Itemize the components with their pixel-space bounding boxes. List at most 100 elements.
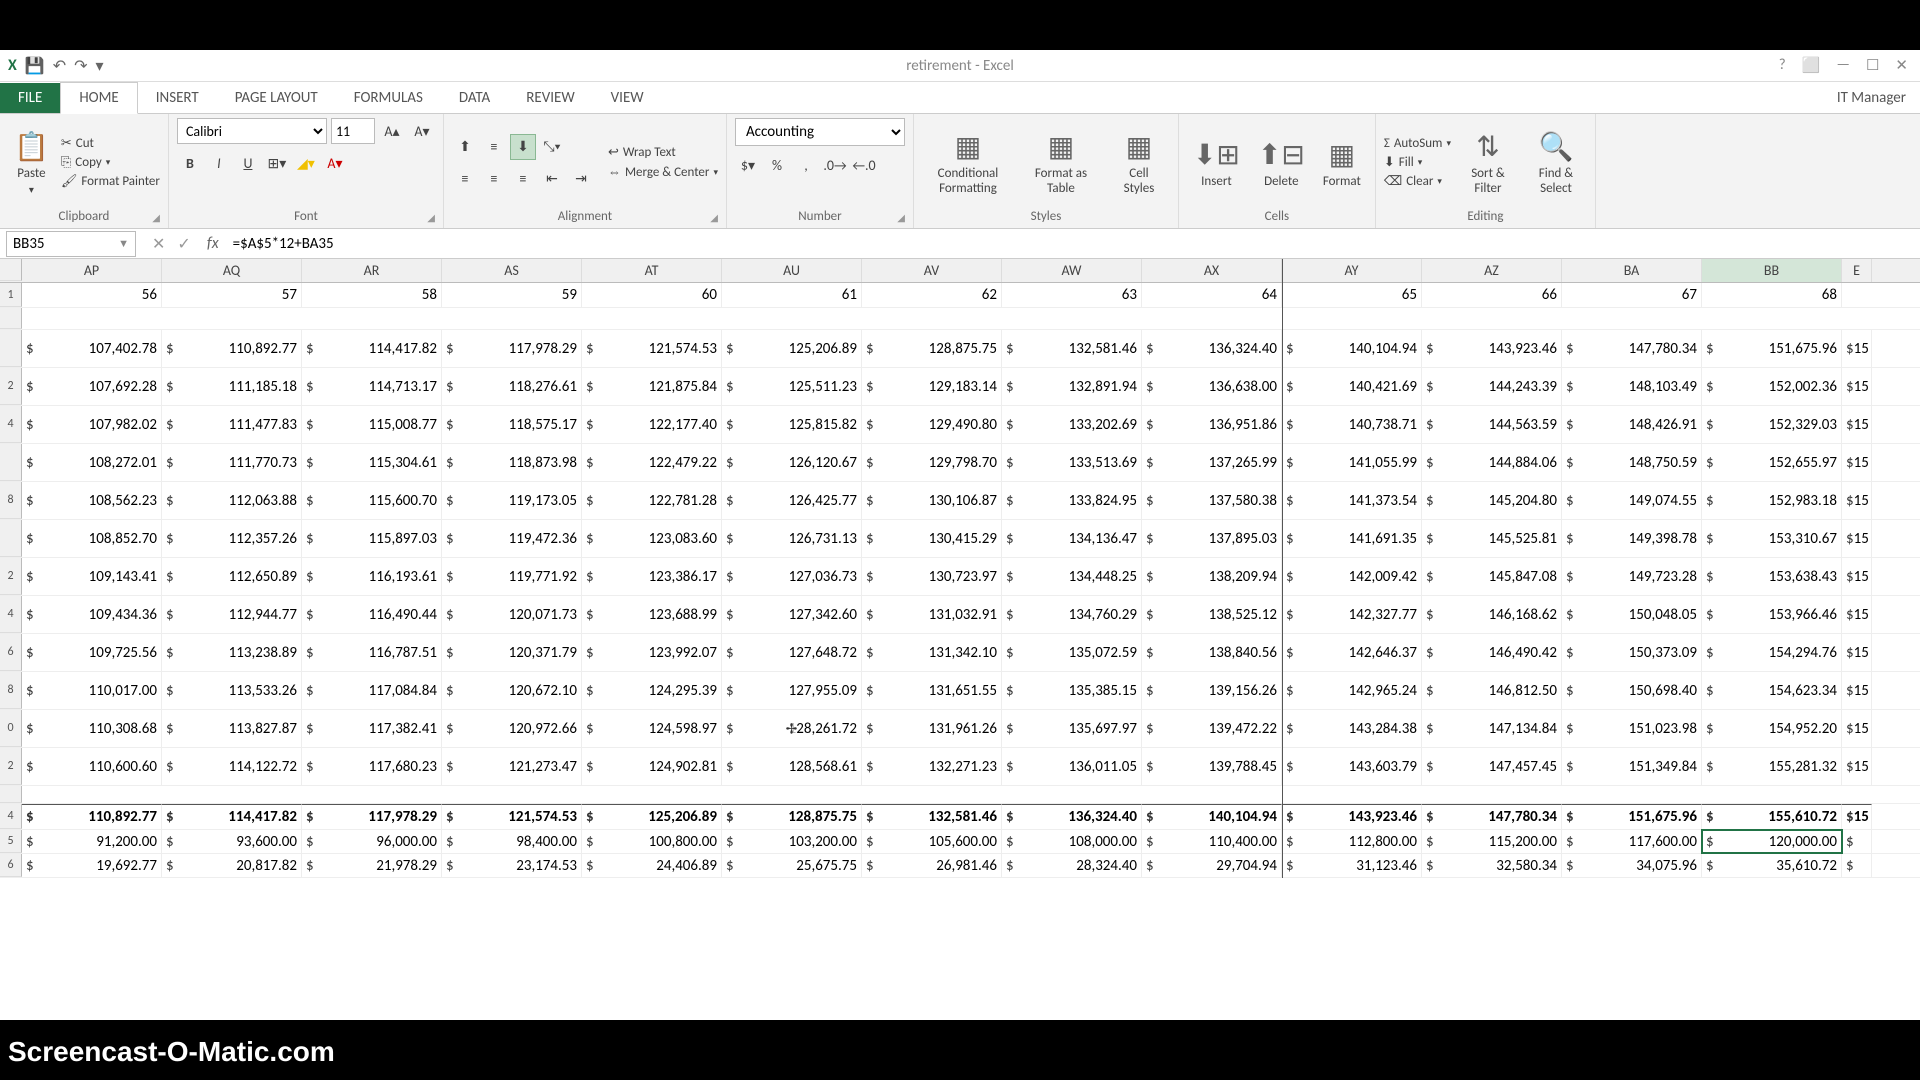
- cell[interactable]: $150,698.40: [1562, 672, 1702, 709]
- cell[interactable]: $125,206.89: [722, 330, 862, 367]
- cell[interactable]: $112,800.00: [1282, 830, 1422, 853]
- cell[interactable]: $143,284.38: [1282, 710, 1422, 747]
- autosum-button[interactable]: ΣAutoSum▾: [1384, 136, 1451, 151]
- cell[interactable]: $121,574.53: [582, 330, 722, 367]
- cell[interactable]: $125,815.82: [722, 406, 862, 443]
- cell[interactable]: $129,490.80: [862, 406, 1002, 443]
- cell[interactable]: $114,713.17: [302, 368, 442, 405]
- cell[interactable]: $123,992.07: [582, 634, 722, 671]
- wrap-text-button[interactable]: ↩Wrap Text: [608, 145, 718, 160]
- cell[interactable]: $109,434.36: [22, 596, 162, 633]
- cell[interactable]: $136,638.00: [1142, 368, 1282, 405]
- cell-styles-button[interactable]: ▦Cell Styles: [1108, 125, 1170, 200]
- font-color-button[interactable]: A▾: [322, 150, 348, 176]
- cell[interactable]: $142,327.77: [1282, 596, 1422, 633]
- cell[interactable]: $115,600.70: [302, 482, 442, 519]
- orientation-button[interactable]: ⤡▾: [539, 134, 565, 160]
- column-header-AV[interactable]: AV: [862, 259, 1002, 282]
- decrease-indent-button[interactable]: ⇤: [539, 166, 565, 192]
- cell[interactable]: $35,610.72: [1702, 854, 1842, 877]
- cell[interactable]: $140,421.69: [1282, 368, 1422, 405]
- cell[interactable]: $147,134.84: [1422, 710, 1562, 747]
- number-dialog-icon[interactable]: ◢: [897, 211, 905, 224]
- cell[interactable]: $117,084.84: [302, 672, 442, 709]
- cell[interactable]: $117,978.29: [302, 804, 442, 829]
- cell[interactable]: $123,386.17: [582, 558, 722, 595]
- cell[interactable]: $122,177.40: [582, 406, 722, 443]
- cell[interactable]: $23,174.53: [442, 854, 582, 877]
- cell[interactable]: $117,600.00: [1562, 830, 1702, 853]
- cell[interactable]: $129,798.70: [862, 444, 1002, 481]
- cell[interactable]: $151,023.98: [1562, 710, 1702, 747]
- cell[interactable]: $107,982.02: [22, 406, 162, 443]
- cell[interactable]: 57: [162, 283, 302, 307]
- cell[interactable]: $155,281.32: [1702, 748, 1842, 785]
- column-header-AS[interactable]: AS: [442, 259, 582, 282]
- cell[interactable]: $124,902.81: [582, 748, 722, 785]
- cell[interactable]: 58: [302, 283, 442, 307]
- cell[interactable]: $120,071.73: [442, 596, 582, 633]
- bold-button[interactable]: B: [177, 150, 203, 176]
- cell[interactable]: $147,780.34: [1422, 804, 1562, 829]
- cell[interactable]: $133,824.95: [1002, 482, 1142, 519]
- tab-view[interactable]: VIEW: [593, 83, 662, 113]
- cell[interactable]: $154,623.34: [1702, 672, 1842, 709]
- align-left-button[interactable]: ≡: [452, 166, 478, 192]
- cell[interactable]: $141,055.99: [1282, 444, 1422, 481]
- cell[interactable]: $126,425.77: [722, 482, 862, 519]
- cell[interactable]: $131,032.91: [862, 596, 1002, 633]
- cell[interactable]: $116,490.44: [302, 596, 442, 633]
- cell[interactable]: $143,923.46: [1422, 330, 1562, 367]
- cell[interactable]: $110,892.77: [162, 330, 302, 367]
- cell[interactable]: 59: [442, 283, 582, 307]
- cell[interactable]: $118,575.17: [442, 406, 582, 443]
- cell[interactable]: $139,788.45: [1142, 748, 1282, 785]
- decrease-decimal-button[interactable]: ←.0: [851, 152, 877, 178]
- cell[interactable]: $120,000.00: [1702, 830, 1842, 853]
- cell[interactable]: $115,304.61: [302, 444, 442, 481]
- sort-filter-button[interactable]: ⇅Sort & Filter: [1457, 125, 1519, 200]
- cell[interactable]: $118,873.98: [442, 444, 582, 481]
- cell[interactable]: $141,691.35: [1282, 520, 1422, 557]
- cell[interactable]: $154,952.20: [1702, 710, 1842, 747]
- cell[interactable]: 63: [1002, 283, 1142, 307]
- cell[interactable]: $125,511.23: [722, 368, 862, 405]
- cell[interactable]: 64: [1142, 283, 1282, 307]
- cell[interactable]: $127,036.73: [722, 558, 862, 595]
- cell[interactable]: $128,875.75: [722, 804, 862, 829]
- cell[interactable]: $124,598.97: [582, 710, 722, 747]
- cell[interactable]: $28,324.40: [1002, 854, 1142, 877]
- cell[interactable]: $137,895.03: [1142, 520, 1282, 557]
- cell[interactable]: $32,580.34: [1422, 854, 1562, 877]
- cell[interactable]: $119,771.92: [442, 558, 582, 595]
- number-format-select[interactable]: Accounting: [735, 118, 905, 146]
- save-icon[interactable]: 💾: [25, 56, 45, 76]
- cell[interactable]: $136,011.05: [1002, 748, 1142, 785]
- cell[interactable]: $144,884.06: [1422, 444, 1562, 481]
- cell[interactable]: 56: [22, 283, 162, 307]
- column-header-AX[interactable]: AX: [1142, 259, 1282, 282]
- enter-formula-icon[interactable]: ✓: [177, 234, 190, 254]
- alignment-dialog-icon[interactable]: ◢: [710, 211, 718, 224]
- cell[interactable]: $112,357.26: [162, 520, 302, 557]
- delete-cells-button[interactable]: ⬆⊟Delete: [1252, 133, 1311, 193]
- cell[interactable]: $142,646.37: [1282, 634, 1422, 671]
- cell[interactable]: $120,672.10: [442, 672, 582, 709]
- cell[interactable]: $153,638.43: [1702, 558, 1842, 595]
- cell[interactable]: $113,827.87: [162, 710, 302, 747]
- cell[interactable]: $110,308.68: [22, 710, 162, 747]
- cell[interactable]: $136,951.86: [1142, 406, 1282, 443]
- cell[interactable]: 66: [1422, 283, 1562, 307]
- cell[interactable]: $134,760.29: [1002, 596, 1142, 633]
- cell[interactable]: $152,002.36: [1702, 368, 1842, 405]
- cell[interactable]: $117,680.23: [302, 748, 442, 785]
- tab-file[interactable]: FILE: [0, 83, 60, 113]
- cell[interactable]: $155,610.72: [1702, 804, 1842, 829]
- cell[interactable]: 62: [862, 283, 1002, 307]
- cell[interactable]: $138,840.56: [1142, 634, 1282, 671]
- cell[interactable]: $115,897.03: [302, 520, 442, 557]
- cell[interactable]: $100,800.00: [582, 830, 722, 853]
- cell[interactable]: $112,650.89: [162, 558, 302, 595]
- column-header-AU[interactable]: AU: [722, 259, 862, 282]
- cell[interactable]: $138,209.94: [1142, 558, 1282, 595]
